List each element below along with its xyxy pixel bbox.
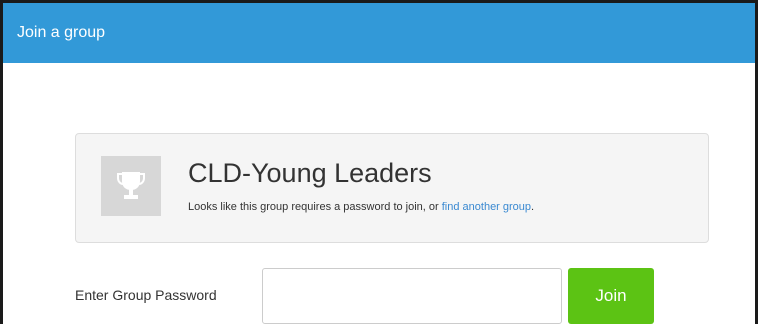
message-suffix: .: [531, 201, 535, 213]
group-password-input[interactable]: [262, 268, 562, 324]
password-label: Enter Group Password: [75, 287, 217, 303]
message-text: Looks like this group requires a passwor…: [188, 201, 442, 213]
dialog-title: Join a group: [17, 24, 106, 41]
dialog-header: Join a group: [3, 3, 755, 63]
join-button[interactable]: Join: [568, 268, 654, 324]
trophy-icon: [101, 156, 161, 216]
group-password-message: Looks like this group requires a passwor…: [188, 201, 534, 213]
group-name: CLD-Young Leaders: [188, 158, 432, 188]
join-group-dialog: Join a group CLD-Young Leaders Looks lik…: [0, 0, 758, 324]
group-card: CLD-Young Leaders Looks like this group …: [75, 133, 709, 243]
find-another-group-link[interactable]: find another group: [442, 201, 531, 213]
